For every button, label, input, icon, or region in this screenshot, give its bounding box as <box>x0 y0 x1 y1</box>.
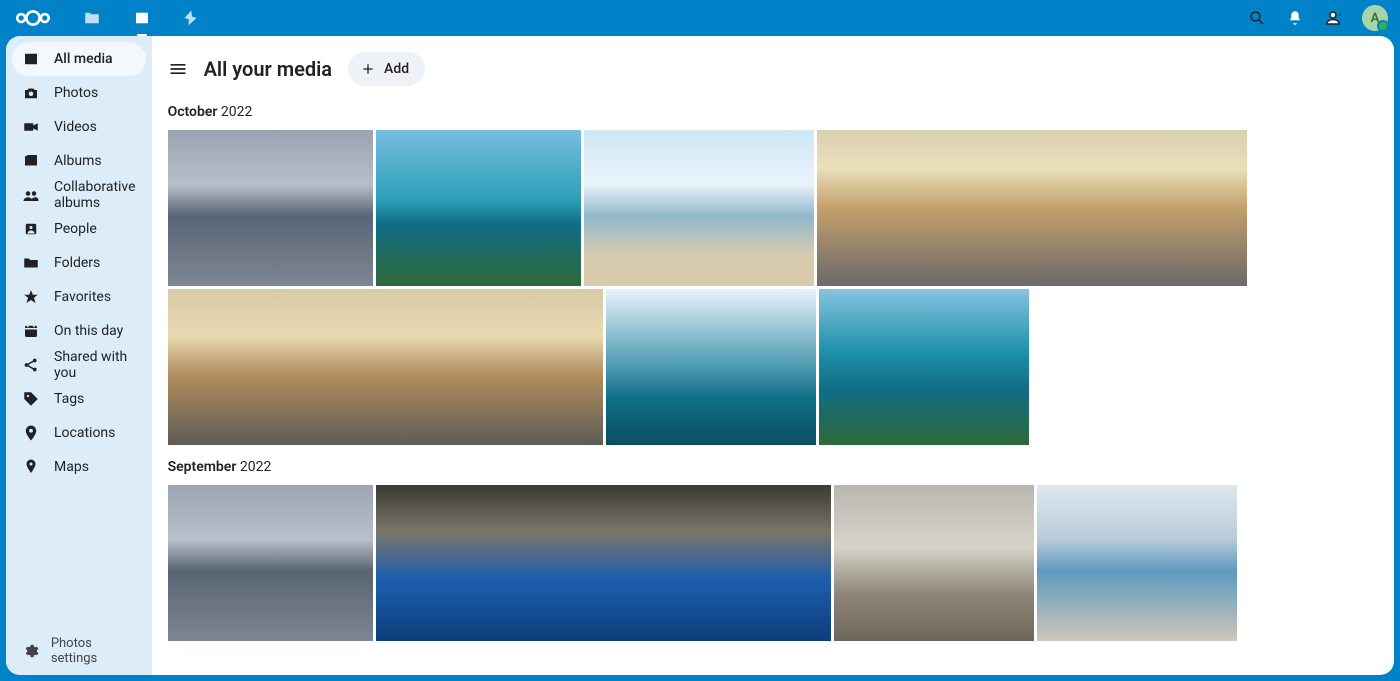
photo-placeholder <box>584 130 814 286</box>
top-bar: A <box>0 0 1400 36</box>
photo-placeholder <box>834 485 1034 641</box>
sidebar-item-photos[interactable]: Photos <box>12 76 146 110</box>
photo-thumbnail[interactable] <box>376 130 581 286</box>
video-icon <box>22 118 40 136</box>
main-content: All your media Add October 2022September… <box>152 36 1394 675</box>
sidebar-item-label: Favorites <box>54 289 111 305</box>
sidebar-item-videos[interactable]: Videos <box>12 110 146 144</box>
app-photos[interactable] <box>130 6 154 30</box>
sidebar-settings-label: Photos settings <box>51 636 136 666</box>
app-frame: All media Photos Videos Albums Collabora… <box>6 36 1394 675</box>
sidebar-item-tags[interactable]: Tags <box>12 382 146 416</box>
star-icon <box>22 288 40 306</box>
notifications-button[interactable] <box>1286 9 1304 27</box>
photo-thumbnail[interactable] <box>168 485 373 641</box>
group-icon <box>22 186 40 204</box>
files-icon <box>83 9 101 27</box>
sidebar-item-all-media[interactable]: All media <box>12 42 146 76</box>
photo-thumbnail[interactable] <box>168 289 603 445</box>
photo-thumbnail[interactable] <box>606 289 816 445</box>
sidebar-item-albums[interactable]: Albums <box>12 144 146 178</box>
activity-icon <box>183 9 201 27</box>
sidebar-item-label: Videos <box>54 119 97 135</box>
sidebar-item-collaborative-albums[interactable]: Collaborative albums <box>12 178 146 212</box>
sidebar-item-label: Collaborative albums <box>54 179 136 211</box>
people-icon <box>22 220 40 238</box>
gear-icon <box>22 642 39 660</box>
app-activity[interactable] <box>180 6 204 30</box>
app-logo[interactable] <box>12 7 54 29</box>
photo-grid <box>168 130 1370 445</box>
sidebar-item-label: Photos <box>54 85 98 101</box>
sidebar-item-people[interactable]: People <box>12 212 146 246</box>
photo-placeholder <box>168 289 603 445</box>
share-icon <box>22 356 40 374</box>
sidebar-item-label: Shared with you <box>54 349 136 381</box>
sidebar-item-label: Tags <box>54 391 84 407</box>
notifications-icon <box>1286 9 1304 27</box>
photo-placeholder <box>606 289 816 445</box>
app-files[interactable] <box>80 6 104 30</box>
section-year: 2022 <box>240 459 271 475</box>
photo-thumbnail[interactable] <box>584 130 814 286</box>
photo-placeholder <box>376 485 831 641</box>
photo-placeholder <box>819 289 1029 445</box>
sidebar-item-folders[interactable]: Folders <box>12 246 146 280</box>
sidebar-settings[interactable]: Photos settings <box>12 633 146 669</box>
add-button[interactable]: Add <box>348 52 425 86</box>
toggle-sidebar-icon[interactable] <box>168 59 188 79</box>
sidebar-item-label: People <box>54 221 97 237</box>
image-icon <box>22 50 40 68</box>
photo-grid <box>168 485 1370 641</box>
camera-icon <box>22 84 40 102</box>
search-icon <box>1248 9 1266 27</box>
sidebar-item-on-this-day[interactable]: On this day <box>12 314 146 348</box>
section-header: September 2022 <box>168 459 1370 475</box>
sidebar: All media Photos Videos Albums Collabora… <box>6 36 152 675</box>
photo-thumbnail[interactable] <box>376 485 831 641</box>
plus-icon <box>360 61 376 77</box>
map-pin-icon <box>22 458 40 476</box>
sidebar-item-locations[interactable]: Locations <box>12 416 146 450</box>
section-month: September <box>168 459 237 475</box>
photo-thumbnail[interactable] <box>817 130 1247 286</box>
tag-icon <box>22 390 40 408</box>
sidebar-item-shared-with-you[interactable]: Shared with you <box>12 348 146 382</box>
sidebar-item-label: Albums <box>54 153 102 169</box>
photo-placeholder <box>817 130 1247 286</box>
album-icon <box>22 152 40 170</box>
photo-thumbnail[interactable] <box>1037 485 1237 641</box>
contacts-icon <box>1324 9 1342 27</box>
user-avatar[interactable]: A <box>1362 5 1388 31</box>
sidebar-item-label: All media <box>54 51 113 67</box>
photos-icon <box>133 9 151 27</box>
section-month: October <box>168 104 218 120</box>
sidebar-item-label: Maps <box>54 459 89 475</box>
photo-thumbnail[interactable] <box>168 130 373 286</box>
photo-placeholder <box>376 130 581 286</box>
calendar-icon <box>22 322 40 340</box>
page-title: All your media <box>204 57 332 81</box>
sidebar-item-label: On this day <box>54 323 123 339</box>
photo-thumbnail[interactable] <box>819 289 1029 445</box>
photo-placeholder <box>168 485 373 641</box>
photo-placeholder <box>1037 485 1237 641</box>
search-button[interactable] <box>1248 9 1266 27</box>
section-header: October 2022 <box>168 104 1370 120</box>
folder-icon <box>22 254 40 272</box>
contacts-button[interactable] <box>1324 9 1342 27</box>
sidebar-item-label: Folders <box>54 255 100 271</box>
sidebar-item-maps[interactable]: Maps <box>12 450 146 484</box>
photo-thumbnail[interactable] <box>834 485 1034 641</box>
photo-placeholder <box>168 130 373 286</box>
add-button-label: Add <box>384 61 409 77</box>
location-icon <box>22 424 40 442</box>
sidebar-item-favorites[interactable]: Favorites <box>12 280 146 314</box>
sidebar-item-label: Locations <box>54 425 115 441</box>
section-year: 2022 <box>221 104 252 120</box>
